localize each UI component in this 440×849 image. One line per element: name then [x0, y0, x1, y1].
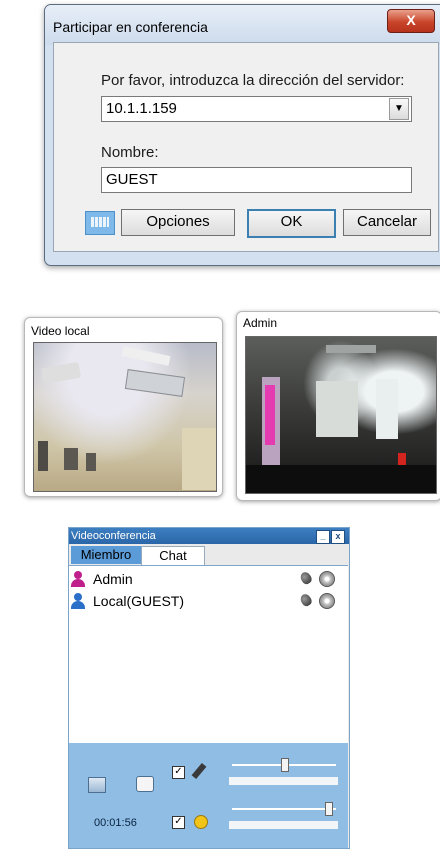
webcam-icon[interactable]	[319, 593, 335, 609]
options-button[interactable]: Opciones	[121, 209, 235, 236]
server-input[interactable]: 10.1.1.159	[106, 100, 177, 117]
name-input[interactable]: GUEST	[106, 171, 158, 188]
user-icon	[71, 571, 85, 587]
speaker-icon	[194, 815, 208, 829]
local-video-panel[interactable]: Video local	[24, 317, 223, 497]
local-video-feed	[33, 342, 217, 492]
dialog-body: Por favor, introduzca la dirección del s…	[53, 42, 439, 252]
webcam-icon[interactable]	[319, 571, 335, 587]
controls-panel: ✓ 00:01:56 ✓	[69, 743, 348, 848]
minimize-button[interactable]: _	[316, 530, 330, 544]
list-item[interactable]: Admin	[71, 570, 347, 588]
admin-video-title: Admin	[243, 316, 278, 330]
screen-share-icon[interactable]	[88, 777, 106, 793]
chat-bubble-icon[interactable]	[136, 776, 154, 792]
ok-button[interactable]: OK	[247, 209, 336, 238]
dialog-title: Participar en conferencia	[53, 19, 208, 35]
speaker-volume-slider[interactable]	[229, 801, 339, 831]
server-combobox[interactable]: 10.1.1.159 ▼	[101, 96, 412, 122]
keyboard-icon[interactable]	[85, 211, 115, 235]
member-name: Local(GUEST)	[93, 593, 185, 609]
vc-tabbar: Miembro Chat	[69, 545, 349, 565]
videoconference-panel: Videoconferencia _ x Miembro Chat Admin …	[68, 527, 350, 849]
microphone-icon	[191, 762, 207, 780]
mic-volume-slider[interactable]	[229, 757, 339, 787]
chevron-down-icon[interactable]: ▼	[389, 98, 409, 120]
server-label: Por favor, introduzca la dirección del s…	[101, 72, 405, 89]
microphone-icon[interactable]	[298, 592, 314, 608]
name-label: Nombre:	[101, 144, 159, 161]
cancel-button[interactable]: Cancelar	[343, 209, 431, 236]
vc-close-button[interactable]: x	[331, 530, 345, 544]
name-field[interactable]: GUEST	[101, 167, 412, 193]
tab-miembro[interactable]: Miembro	[71, 546, 141, 564]
vc-title: Videoconferencia	[71, 530, 156, 542]
speaker-checkbox[interactable]: ✓	[172, 816, 185, 829]
join-conference-dialog: Participar en conferencia X Por favor, i…	[44, 4, 440, 266]
tab-chat[interactable]: Chat	[141, 546, 205, 565]
vc-titlebar[interactable]: Videoconferencia _ x	[69, 528, 349, 544]
close-button[interactable]: X	[387, 9, 435, 33]
admin-video-panel[interactable]: Admin	[236, 311, 440, 501]
local-video-title: Video local	[31, 324, 90, 338]
call-timer: 00:01:56	[94, 817, 137, 829]
member-list: Admin Local(GUEST)	[69, 565, 348, 743]
mic-checkbox[interactable]: ✓	[172, 766, 185, 779]
dialog-titlebar[interactable]: Participar en conferencia X	[45, 5, 440, 45]
admin-video-feed	[245, 336, 437, 494]
member-name: Admin	[93, 571, 133, 587]
user-icon	[71, 593, 85, 609]
microphone-icon[interactable]	[298, 570, 314, 586]
list-item[interactable]: Local(GUEST)	[71, 592, 347, 610]
